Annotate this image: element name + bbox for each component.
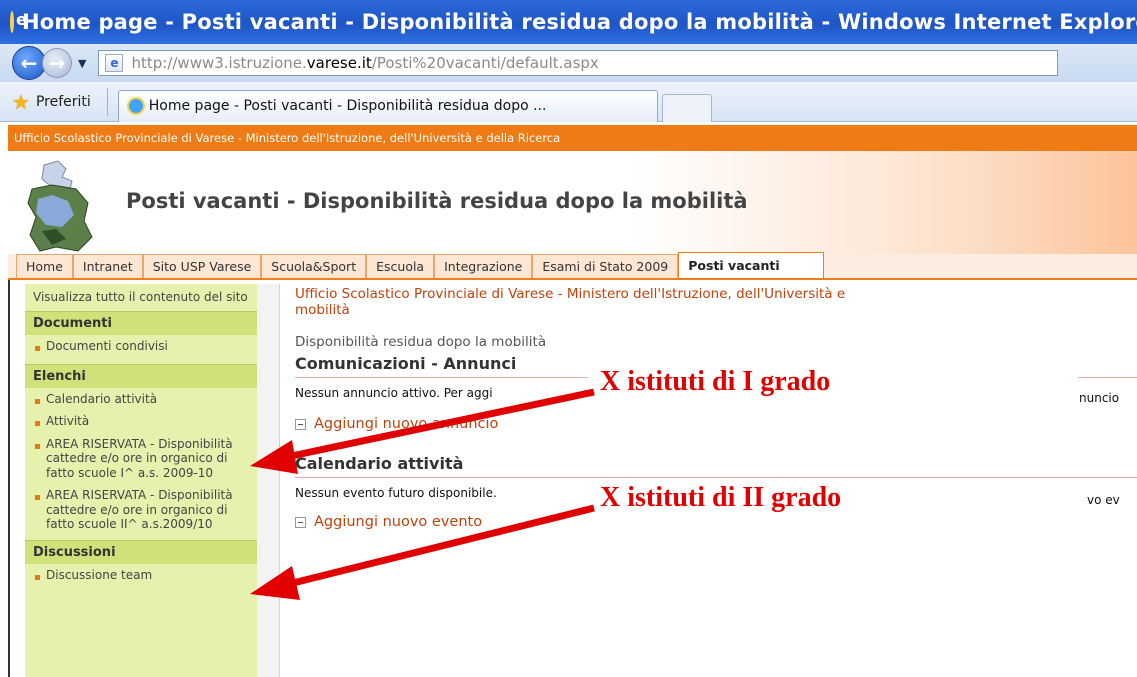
arrowhead-first-icon (250, 440, 298, 474)
arrow-line-second (284, 504, 595, 589)
annotation-arrows (250, 388, 595, 600)
arrow-line-first (281, 388, 595, 462)
arrowhead-second-icon (250, 566, 300, 600)
